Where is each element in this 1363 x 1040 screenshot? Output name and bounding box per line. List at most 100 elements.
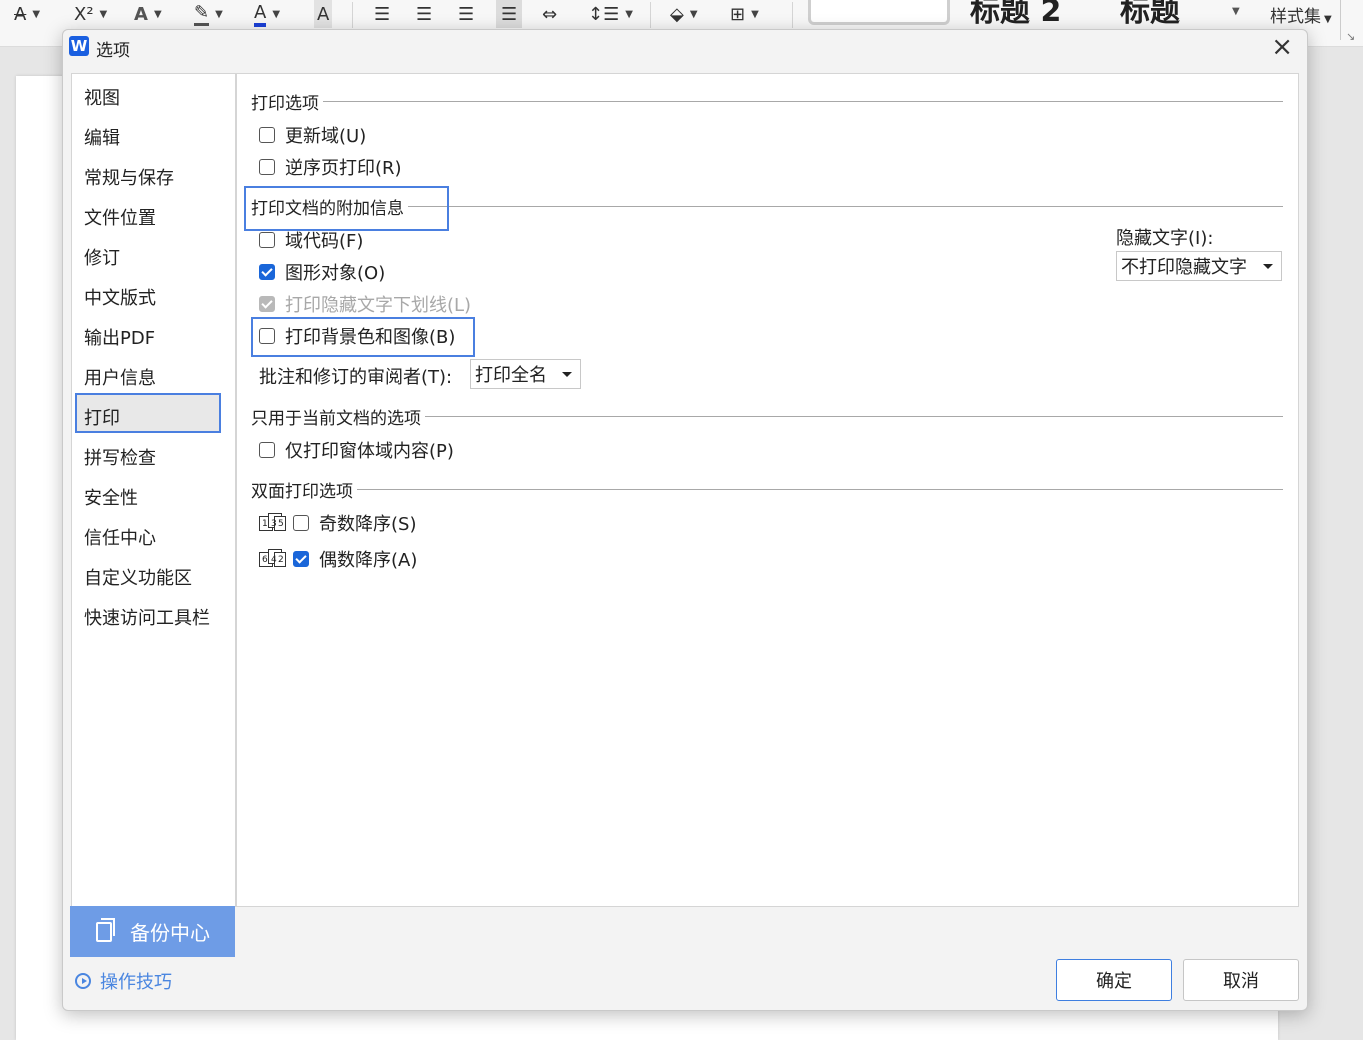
char-shading-button[interactable]: A <box>314 0 333 28</box>
print-background-checkbox[interactable] <box>259 328 275 344</box>
field-codes-checkbox[interactable] <box>259 232 275 248</box>
line-spacing-icon: ↕☰ <box>588 3 620 25</box>
hidden-underline-label: 打印隐藏文字下划线(L) <box>285 295 472 316</box>
print-background-label: 打印背景色和图像(B) <box>285 327 456 348</box>
drawing-objects-label: 图形对象(O) <box>285 263 386 284</box>
chevron-down-icon: ▼ <box>32 8 41 20</box>
tips-link[interactable]: 操作技巧 <box>75 968 172 994</box>
nav-item-revision[interactable]: 修订 <box>84 244 120 270</box>
align-center-button[interactable]: ☰ <box>416 0 432 28</box>
section-divider <box>251 489 1283 490</box>
divider <box>792 2 793 28</box>
section-print-options: 打印选项 <box>251 89 1283 114</box>
text-effect-button[interactable]: A ▼ <box>134 0 162 28</box>
justify-icon: ☰ <box>501 3 518 25</box>
update-fields-option[interactable]: 更新域(U) <box>259 122 366 148</box>
nav-item-user-info[interactable]: 用户信息 <box>84 364 156 390</box>
backup-center-label: 备份中心 <box>130 921 210 945</box>
dropdown-arrow-icon <box>1263 264 1273 269</box>
align-left-button[interactable]: ☰ <box>374 0 390 28</box>
superscript-button[interactable]: X² ▼ <box>74 0 107 28</box>
font-color-button[interactable]: A ▼ <box>254 0 280 28</box>
hidden-text-select[interactable]: 不打印隐藏文字 <box>1116 251 1282 281</box>
chevron-down-icon: ▼ <box>1324 14 1332 25</box>
drawing-objects-checkbox[interactable] <box>259 264 275 280</box>
section-title: 打印选项 <box>251 94 323 114</box>
align-right-icon: ☰ <box>458 3 475 25</box>
style-set-label: 样式集 <box>1270 7 1321 27</box>
divider <box>1340 0 1341 40</box>
reviewer-select[interactable]: 打印全名 <box>470 359 581 389</box>
field-codes-label: 域代码(F) <box>285 231 364 252</box>
even-descending-checkbox[interactable] <box>293 551 309 567</box>
icon-digit: 3 <box>271 519 277 529</box>
nav-item-chinese-layout[interactable]: 中文版式 <box>84 284 156 310</box>
section-divider <box>251 101 1283 102</box>
nav-item-view[interactable]: 视图 <box>84 84 120 110</box>
line-spacing-button[interactable]: ↕☰ ▼ <box>588 0 633 28</box>
icon-digit: 1 <box>262 519 268 529</box>
nav-item-export-pdf[interactable]: 输出PDF <box>84 324 155 350</box>
chevron-down-icon: ▼ <box>153 8 162 20</box>
form-only-option[interactable]: 仅打印窗体域内容(P) <box>259 437 454 463</box>
chevron-down-icon: ▼ <box>272 8 281 20</box>
backup-center-button[interactable]: 备份中心 <box>70 906 235 957</box>
highlighter-icon: ✎ <box>194 2 210 26</box>
distributed-button[interactable]: ⇔ <box>542 0 557 28</box>
odd-pages-icon: 1 3 5 <box>259 513 287 533</box>
justify-button[interactable]: ☰ <box>496 0 523 28</box>
form-only-label: 仅打印窗体域内容(P) <box>285 441 454 462</box>
align-right-button[interactable]: ☰ <box>458 0 474 28</box>
section-title: 只用于当前文档的选项 <box>251 409 425 429</box>
even-descending-option[interactable]: 6 4 2 偶数降序(A) <box>259 546 417 572</box>
ok-button[interactable]: 确定 <box>1056 959 1172 1001</box>
wps-logo-icon: W <box>69 36 89 56</box>
nav-item-spellcheck[interactable]: 拼写检查 <box>84 444 156 470</box>
update-fields-checkbox[interactable] <box>259 127 275 143</box>
align-center-icon: ☰ <box>416 3 433 25</box>
chevron-down-icon: ▼ <box>751 8 759 20</box>
border-button[interactable]: ⊞ ▼ <box>730 0 759 28</box>
style-gallery-item[interactable] <box>808 0 950 25</box>
divider <box>352 2 353 28</box>
odd-descending-checkbox[interactable] <box>293 515 309 531</box>
reverse-order-option[interactable]: 逆序页打印(R) <box>259 154 402 180</box>
strikethrough-button[interactable]: A ▼ <box>14 0 40 28</box>
nav-item-trust-center[interactable]: 信任中心 <box>84 524 156 550</box>
odd-descending-option[interactable]: 1 3 5 奇数降序(S) <box>259 510 416 536</box>
nav-item-edit[interactable]: 编辑 <box>84 124 120 150</box>
chevron-down-icon: ▼ <box>99 8 108 20</box>
nav-item-customize-ribbon[interactable]: 自定义功能区 <box>84 564 192 590</box>
divider <box>650 2 651 28</box>
print-background-option[interactable]: 打印背景色和图像(B) <box>259 323 455 349</box>
reverse-order-checkbox[interactable] <box>259 159 275 175</box>
dialog-launcher-icon[interactable]: ↘ <box>1346 30 1355 43</box>
even-descending-label: 偶数降序(A) <box>319 550 418 571</box>
char-shading-icon: A <box>317 3 330 25</box>
shading-button[interactable]: ⬙ ▼ <box>670 0 698 28</box>
cancel-button[interactable]: 取消 <box>1183 959 1299 1001</box>
highlight-button[interactable]: ✎ ▼ <box>194 0 223 28</box>
style-heading-2[interactable]: 标题 2 <box>970 0 1061 30</box>
options-dialog: W 选项 × 视图 编辑 常规与保存 文件位置 修订 中文版式 输出PDF 用户… <box>62 29 1308 1011</box>
nav-item-print[interactable]: 打印 <box>84 404 120 430</box>
nav-item-general[interactable]: 常规与保存 <box>84 164 174 190</box>
nav-item-security[interactable]: 安全性 <box>84 484 138 510</box>
chevron-down-icon: ▼ <box>625 8 633 20</box>
close-icon[interactable]: × <box>1271 32 1293 62</box>
hidden-underline-checkbox <box>259 296 275 312</box>
nav-item-quick-access[interactable]: 快速访问工具栏 <box>84 604 210 630</box>
odd-descending-label: 奇数降序(S) <box>319 514 417 535</box>
form-only-checkbox[interactable] <box>259 442 275 458</box>
style-heading[interactable]: 标题 <box>1120 0 1180 30</box>
field-codes-option[interactable]: 域代码(F) <box>259 227 363 253</box>
tips-label: 操作技巧 <box>100 972 172 993</box>
dialog-title: 选项 <box>96 41 130 61</box>
distributed-icon: ⇔ <box>542 3 558 25</box>
style-set-button[interactable]: 样式集 ▼ <box>1270 2 1332 27</box>
drawing-objects-option[interactable]: 图形对象(O) <box>259 259 385 285</box>
nav-item-file-location[interactable]: 文件位置 <box>84 204 156 230</box>
icon-digit: 4 <box>271 555 277 565</box>
backup-icon <box>96 917 115 942</box>
gallery-more-icon[interactable]: ▼ <box>1232 6 1240 17</box>
